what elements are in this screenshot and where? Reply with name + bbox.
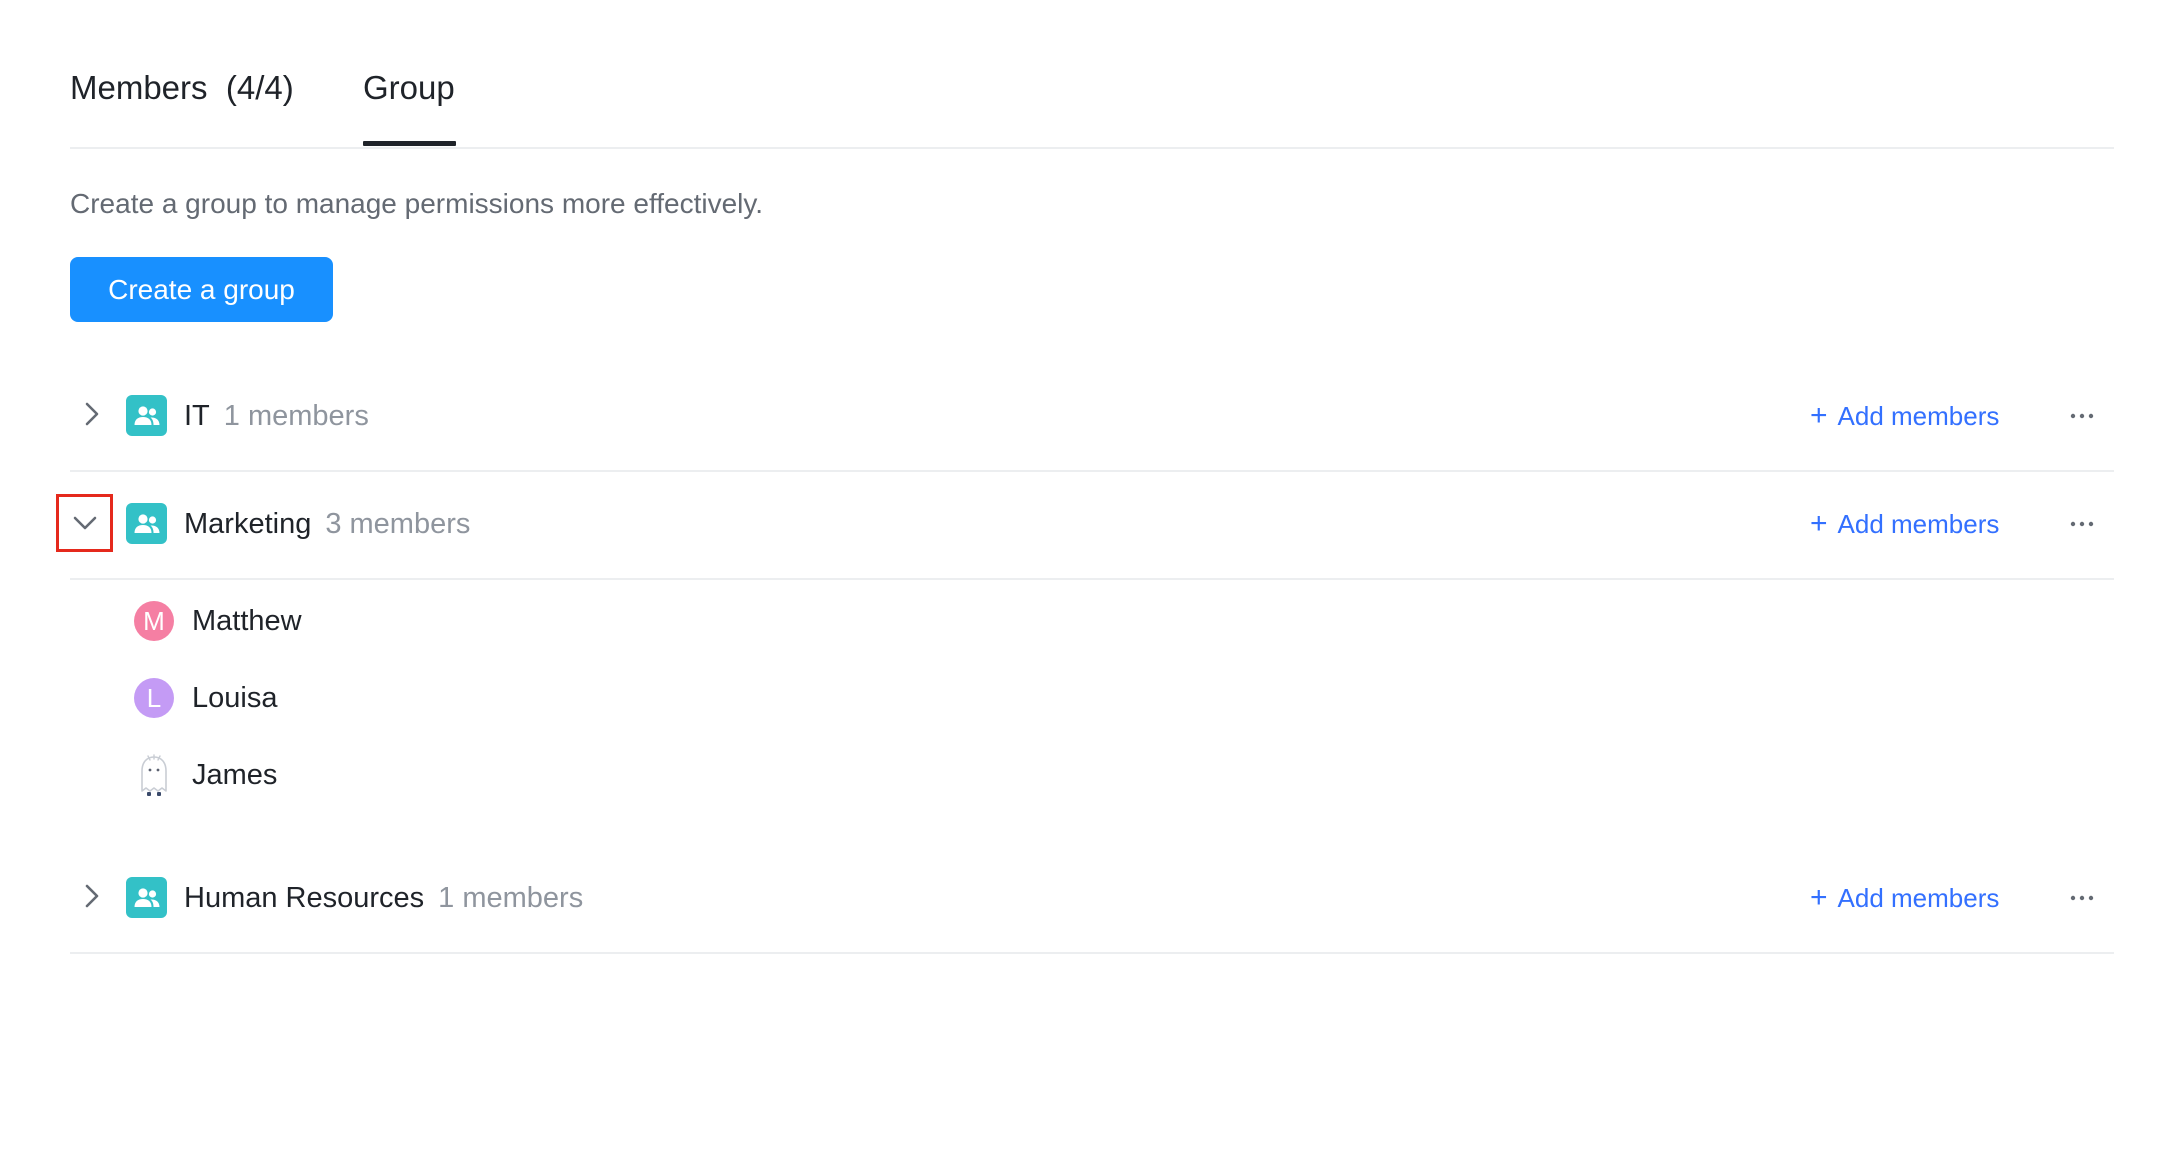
plus-icon: + — [1810, 399, 1828, 432]
group-name-it: IT 1 members — [184, 394, 369, 438]
tab-members-count: (4/4) — [225, 69, 294, 106]
plus-icon: + — [1810, 881, 1828, 914]
group-name-text: IT — [184, 400, 210, 432]
chevron-right-icon[interactable] — [70, 392, 114, 436]
group-name-marketing: Marketing 3 members — [184, 502, 470, 546]
group-member-count: 3 members — [325, 508, 471, 540]
group-users-icon — [126, 395, 167, 436]
list-item: L Louisa — [134, 671, 277, 725]
group-member-count: 1 members — [223, 400, 369, 432]
chevron-right-icon[interactable] — [70, 874, 114, 918]
group-name-human-resources: Human Resources 1 members — [184, 876, 583, 920]
more-horizontal-icon[interactable] — [2060, 876, 2104, 920]
more-horizontal-icon[interactable] — [2060, 394, 2104, 438]
member-name: Matthew — [192, 605, 302, 637]
add-members-label: Add members — [1837, 509, 2000, 539]
add-members-button-human-resources[interactable]: + Add members — [1810, 878, 1999, 918]
plus-icon: + — [1810, 507, 1828, 540]
avatar: M — [134, 601, 174, 641]
group-row-human-resources: Human Resources 1 members + Add members — [70, 844, 2114, 954]
group-settings-page: Members (4/4) Group Create a group to ma… — [56, 0, 2114, 954]
add-members-label: Add members — [1837, 401, 2000, 431]
create-group-button[interactable]: Create a group — [70, 257, 333, 322]
group-users-icon — [126, 877, 167, 918]
active-tab-indicator — [363, 141, 456, 146]
member-name: Louisa — [192, 682, 278, 714]
group-name-text: Marketing — [184, 508, 312, 540]
more-horizontal-icon[interactable] — [2060, 502, 2104, 546]
tab-bar: Members (4/4) Group — [70, 0, 2114, 149]
tab-members-label: Members — [70, 69, 208, 106]
group-users-icon — [126, 503, 167, 544]
group-member-count: 1 members — [438, 882, 584, 914]
add-members-button-marketing[interactable]: + Add members — [1810, 504, 1999, 544]
group-name-text: Human Resources — [184, 882, 425, 914]
group-row-marketing: Marketing 3 members + Add members — [56, 470, 2114, 580]
chevron-down-icon[interactable] — [56, 494, 113, 552]
group-description: Create a group to manage permissions mor… — [70, 188, 764, 219]
group-row-it: IT 1 members + Add members — [70, 362, 2114, 472]
tab-group[interactable]: Group — [363, 64, 455, 112]
add-members-button-it[interactable]: + Add members — [1810, 396, 1999, 436]
tab-members[interactable]: Members (4/4) — [70, 64, 294, 112]
member-name: James — [192, 759, 278, 791]
add-members-label: Add members — [1837, 883, 2000, 913]
ghost-avatar-icon — [134, 754, 174, 796]
list-item: James — [134, 748, 277, 802]
avatar: L — [134, 678, 174, 718]
list-item: M Matthew — [134, 594, 302, 648]
